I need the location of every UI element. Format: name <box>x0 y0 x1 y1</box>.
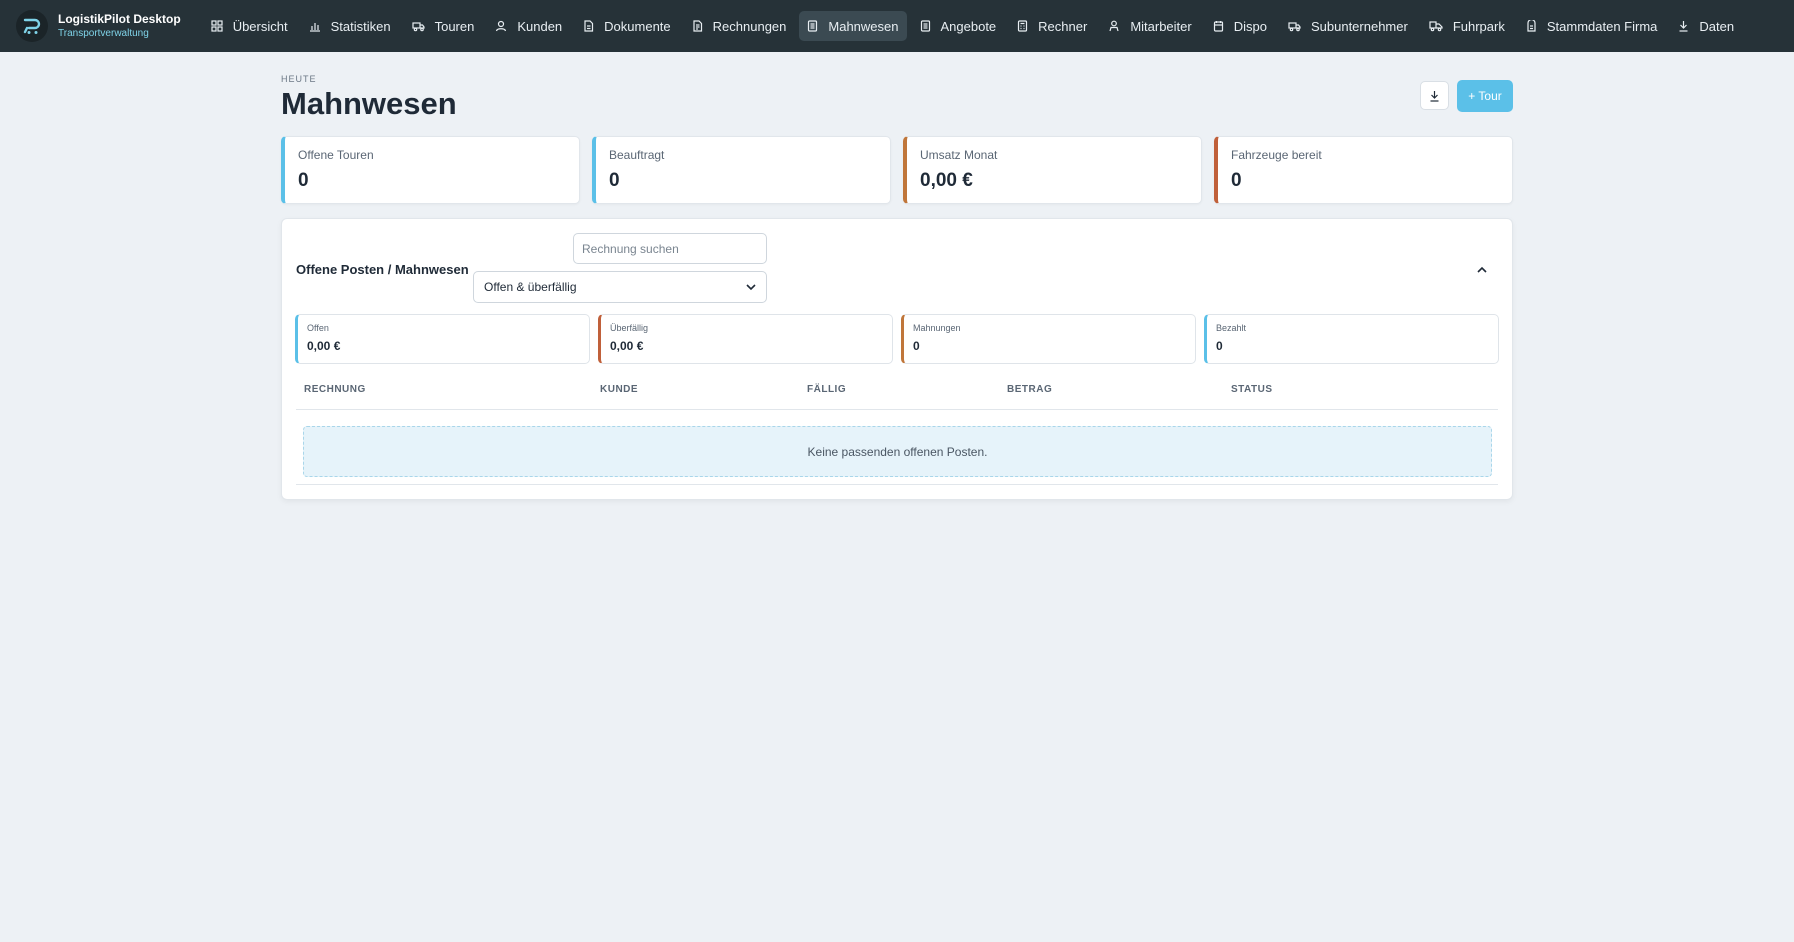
summary-value: 0 <box>1216 339 1223 353</box>
invoice-icon <box>693 20 702 32</box>
export-button[interactable] <box>1420 81 1449 110</box>
column-header-faellig[interactable]: FÄLLIG <box>807 384 846 395</box>
nav-label: Rechnungen <box>712 18 787 34</box>
building-icon <box>1527 20 1536 32</box>
brand-subtitle: Transportverwaltung <box>58 28 149 39</box>
offene-posten-panel: Offene Posten / Mahnwesen Offen & überfä… <box>281 218 1513 500</box>
document-icon <box>584 20 594 32</box>
nav-label: Fuhrpark <box>1452 18 1505 34</box>
page-title: Mahnwesen <box>281 86 457 121</box>
stat-value: 0 <box>1231 170 1242 191</box>
summary-card-mahnungen: Mahnungen 0 <box>901 314 1196 364</box>
stat-label: Umsatz Monat <box>920 148 998 162</box>
nav-label: Kunden <box>517 18 563 34</box>
truck-icon <box>411 22 425 32</box>
summary-label: Offen <box>307 323 329 333</box>
column-header-rechnung[interactable]: RECHNUNG <box>304 384 366 395</box>
download-icon <box>1430 90 1439 102</box>
stat-label: Beauftragt <box>609 148 665 162</box>
add-tour-button[interactable]: + Tour <box>1457 80 1513 112</box>
nav-item-statistiken[interactable]: Statistiken <box>301 11 399 41</box>
collapse-button[interactable] <box>1472 259 1492 279</box>
nav-item-daten[interactable]: Daten <box>1670 11 1742 41</box>
truck-icon <box>1288 22 1301 32</box>
person-icon <box>1109 20 1119 32</box>
calculator-icon <box>1018 20 1028 32</box>
stat-value: 0 <box>298 170 309 191</box>
nav-label: Dispo <box>1233 18 1267 34</box>
stat-card-fahrzeuge-bereit: Fahrzeuge bereit 0 <box>1214 136 1513 204</box>
nav-label: Rechner <box>1038 18 1088 34</box>
nav-item-uebersicht[interactable]: Übersicht <box>203 11 296 41</box>
chevron-down-icon <box>746 283 756 290</box>
column-header-kunde[interactable]: KUNDE <box>600 384 638 395</box>
nav-label: Subunternehmer <box>1310 18 1408 34</box>
summary-value: 0,00 € <box>610 339 644 353</box>
stat-value: 0,00 € <box>920 170 973 191</box>
summary-label: Bezahlt <box>1216 323 1247 333</box>
nav-label: Mitarbeiter <box>1130 18 1192 34</box>
nav-label: Statistiken <box>330 18 391 34</box>
summary-card-ueberfaellig: Überfällig 0,00 € <box>598 314 893 364</box>
nav-item-dokumente[interactable]: Dokumente <box>575 11 678 41</box>
stat-card-beauftragt: Beauftragt 0 <box>592 136 891 204</box>
summary-label: Überfällig <box>610 323 649 333</box>
nav-label: Daten <box>1699 18 1735 34</box>
summary-value: 0 <box>913 339 920 353</box>
stat-label: Fahrzeuge bereit <box>1231 148 1322 162</box>
bar-chart-icon <box>309 23 320 32</box>
main-nav: Übersicht Statistiken Touren Kunden Doku… <box>203 11 1747 41</box>
nav-label: Angebote <box>940 18 997 34</box>
filter-selected-value: Offen & überfällig <box>484 280 577 294</box>
chevron-up-icon <box>1477 266 1487 273</box>
nav-label: Stammdaten Firma <box>1546 18 1658 34</box>
nav-label: Übersicht <box>232 18 288 34</box>
summary-label: Mahnungen <box>913 323 961 333</box>
nav-item-subunternehmer[interactable]: Subunternehmer <box>1280 11 1416 41</box>
stat-card-offene-touren: Offene Touren 0 <box>281 136 580 204</box>
nav-item-dispo[interactable]: Dispo <box>1205 11 1275 41</box>
column-header-status[interactable]: STATUS <box>1231 384 1273 395</box>
table-divider <box>296 484 1498 485</box>
status-filter-select[interactable]: Offen & überfällig <box>473 271 767 303</box>
page-eyebrow: HEUTE <box>281 74 317 84</box>
reminder-document-icon <box>808 20 818 32</box>
nav-item-kunden[interactable]: Kunden <box>487 11 570 41</box>
stat-label: Offene Touren <box>298 148 374 162</box>
logo-icon <box>16 10 48 42</box>
nav-label: Dokumente <box>604 18 671 34</box>
download-icon <box>1679 21 1688 32</box>
top-navigation-bar: LogistikPilot Desktop Transportverwaltun… <box>0 0 1794 52</box>
column-header-betrag[interactable]: BETRAG <box>1007 384 1052 395</box>
user-icon <box>496 20 507 32</box>
nav-item-rechnungen[interactable]: Rechnungen <box>684 11 795 41</box>
grid-icon <box>211 20 223 32</box>
brand[interactable]: LogistikPilot Desktop Transportverwaltun… <box>16 10 181 42</box>
invoice-search-input[interactable] <box>573 233 767 264</box>
nav-item-mitarbeiter[interactable]: Mitarbeiter <box>1100 11 1199 41</box>
summary-card-bezahlt: Bezahlt 0 <box>1204 314 1499 364</box>
stat-value: 0 <box>609 170 620 191</box>
vehicle-icon <box>1429 21 1443 32</box>
nav-item-touren[interactable]: Touren <box>404 11 483 41</box>
calendar-icon <box>1213 21 1223 32</box>
summary-card-offen: Offen 0,00 € <box>295 314 590 364</box>
panel-title: Offene Posten / Mahnwesen <box>296 262 469 277</box>
list-document-icon <box>920 20 930 32</box>
nav-item-angebote[interactable]: Angebote <box>912 11 1005 41</box>
stat-card-umsatz-monat: Umsatz Monat 0,00 € <box>903 136 1202 204</box>
empty-state-message: Keine passenden offenen Posten. <box>303 426 1492 477</box>
table-header: RECHNUNG KUNDE FÄLLIG BETRAG STATUS <box>296 384 1498 410</box>
nav-label: Touren <box>434 18 475 34</box>
nav-item-fuhrpark[interactable]: Fuhrpark <box>1421 11 1513 41</box>
summary-value: 0,00 € <box>307 339 341 353</box>
nav-item-stammdaten-firma[interactable]: Stammdaten Firma <box>1518 11 1666 41</box>
nav-item-mahnwesen[interactable]: Mahnwesen <box>799 11 907 41</box>
nav-label: Mahnwesen <box>828 18 899 34</box>
brand-title: LogistikPilot Desktop <box>58 12 181 26</box>
nav-item-rechner[interactable]: Rechner <box>1009 11 1095 41</box>
